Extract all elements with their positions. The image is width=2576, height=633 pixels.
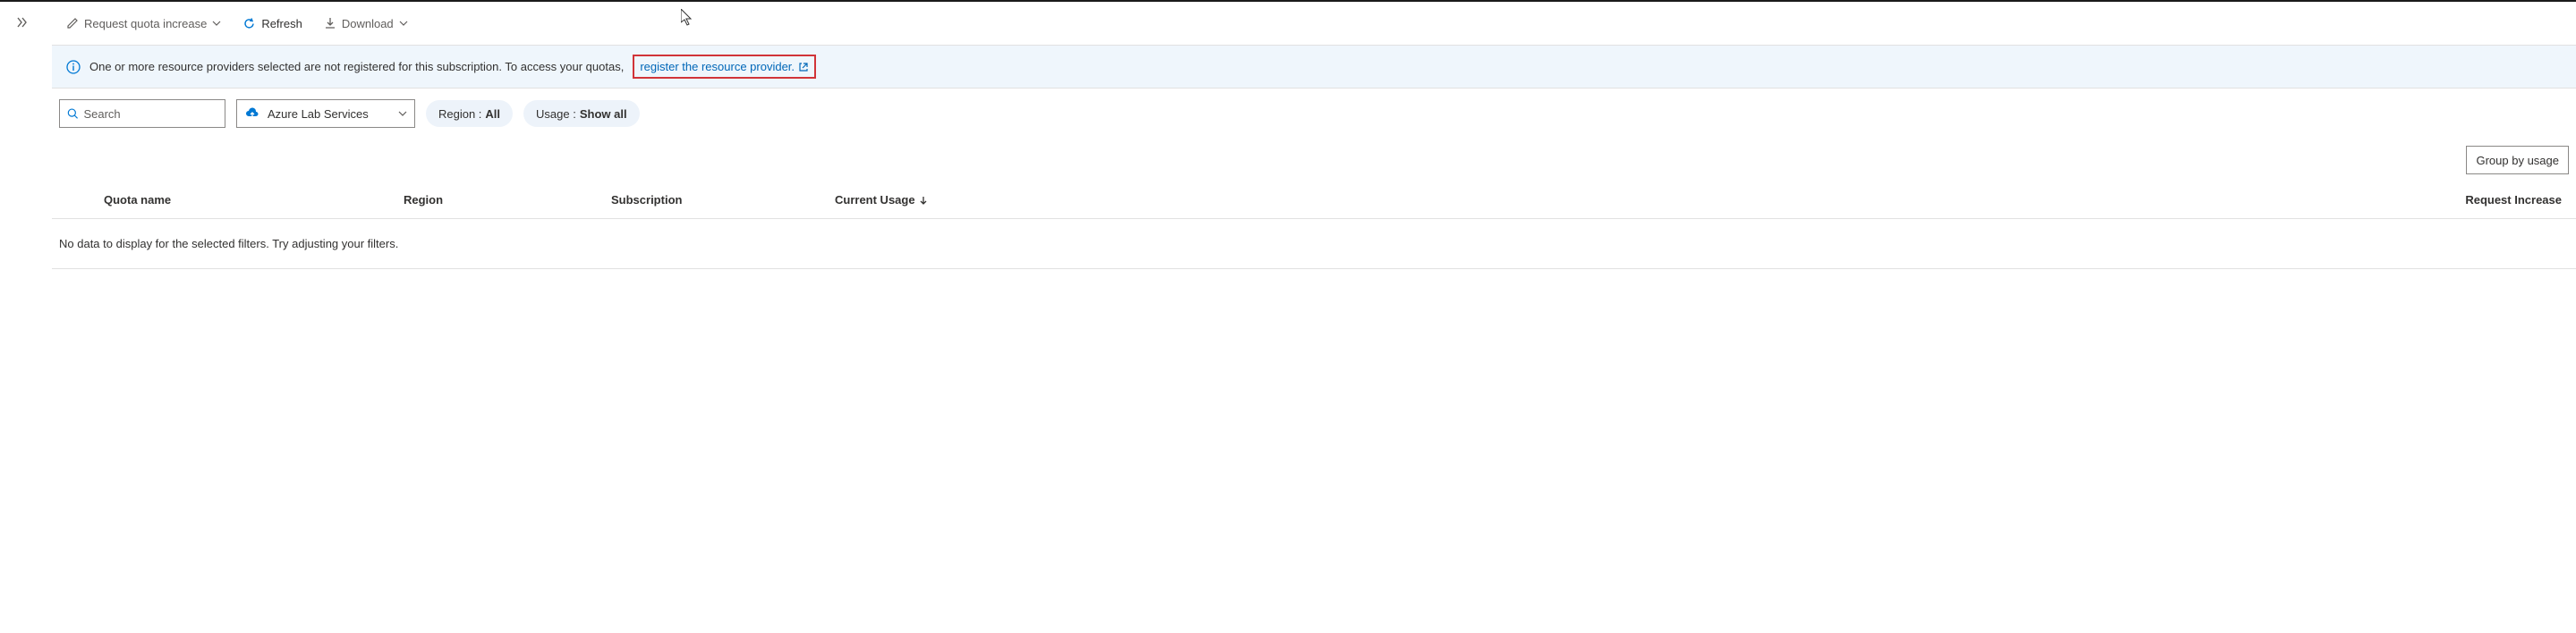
group-by-dropdown[interactable]: Group by usage: [2466, 146, 2569, 174]
column-header-quota-name[interactable]: Quota name: [104, 193, 404, 207]
chevron-down-icon: [212, 19, 221, 28]
usage-filter-value: Show all: [580, 107, 627, 121]
info-banner-text: One or more resource providers selected …: [89, 60, 624, 73]
search-input[interactable]: [83, 107, 217, 121]
chevron-down-icon: [399, 19, 408, 28]
provider-label: Azure Lab Services: [268, 107, 369, 121]
table-header-row: Quota name Region Subscription Current U…: [52, 181, 2576, 219]
refresh-label: Refresh: [261, 17, 302, 30]
toolbar: Request quota increase Refresh Download: [52, 2, 2576, 45]
column-header-request-increase[interactable]: Request Increase: [1318, 193, 2576, 207]
download-icon: [324, 17, 336, 30]
cloud-upload-icon: [244, 106, 260, 122]
table-empty-state: No data to display for the selected filt…: [52, 219, 2576, 269]
region-filter-value: All: [485, 107, 500, 121]
search-icon: [67, 107, 78, 120]
chevron-down-icon: [398, 109, 407, 118]
expand-panel-chevron[interactable]: [16, 16, 29, 31]
request-quota-increase-label: Request quota increase: [84, 17, 207, 30]
refresh-button[interactable]: Refresh: [235, 12, 310, 36]
column-header-region[interactable]: Region: [404, 193, 611, 207]
usage-filter-pill[interactable]: Usage : Show all: [523, 100, 640, 127]
pencil-icon: [66, 17, 79, 30]
search-input-container[interactable]: [59, 99, 225, 128]
column-header-current-usage[interactable]: Current Usage: [835, 193, 1318, 207]
info-banner: One or more resource providers selected …: [52, 45, 2576, 89]
provider-dropdown[interactable]: Azure Lab Services: [236, 99, 415, 128]
external-link-icon: [798, 62, 809, 72]
usage-filter-label: Usage :: [536, 107, 576, 121]
region-filter-pill[interactable]: Region : All: [426, 100, 513, 127]
chevron-right-double-icon: [16, 16, 29, 29]
region-filter-label: Region :: [438, 107, 481, 121]
download-button[interactable]: Download: [317, 12, 415, 36]
register-provider-link[interactable]: register the resource provider.: [640, 60, 795, 73]
download-label: Download: [342, 17, 394, 30]
info-icon: [66, 60, 81, 74]
group-by-label: Group by usage: [2476, 154, 2559, 167]
column-header-subscription[interactable]: Subscription: [611, 193, 835, 207]
refresh-icon: [242, 17, 256, 30]
request-quota-increase-button[interactable]: Request quota increase: [59, 12, 228, 36]
filters-row: Azure Lab Services Region : All Usage : …: [52, 89, 2576, 139]
sort-down-icon: [919, 196, 928, 205]
